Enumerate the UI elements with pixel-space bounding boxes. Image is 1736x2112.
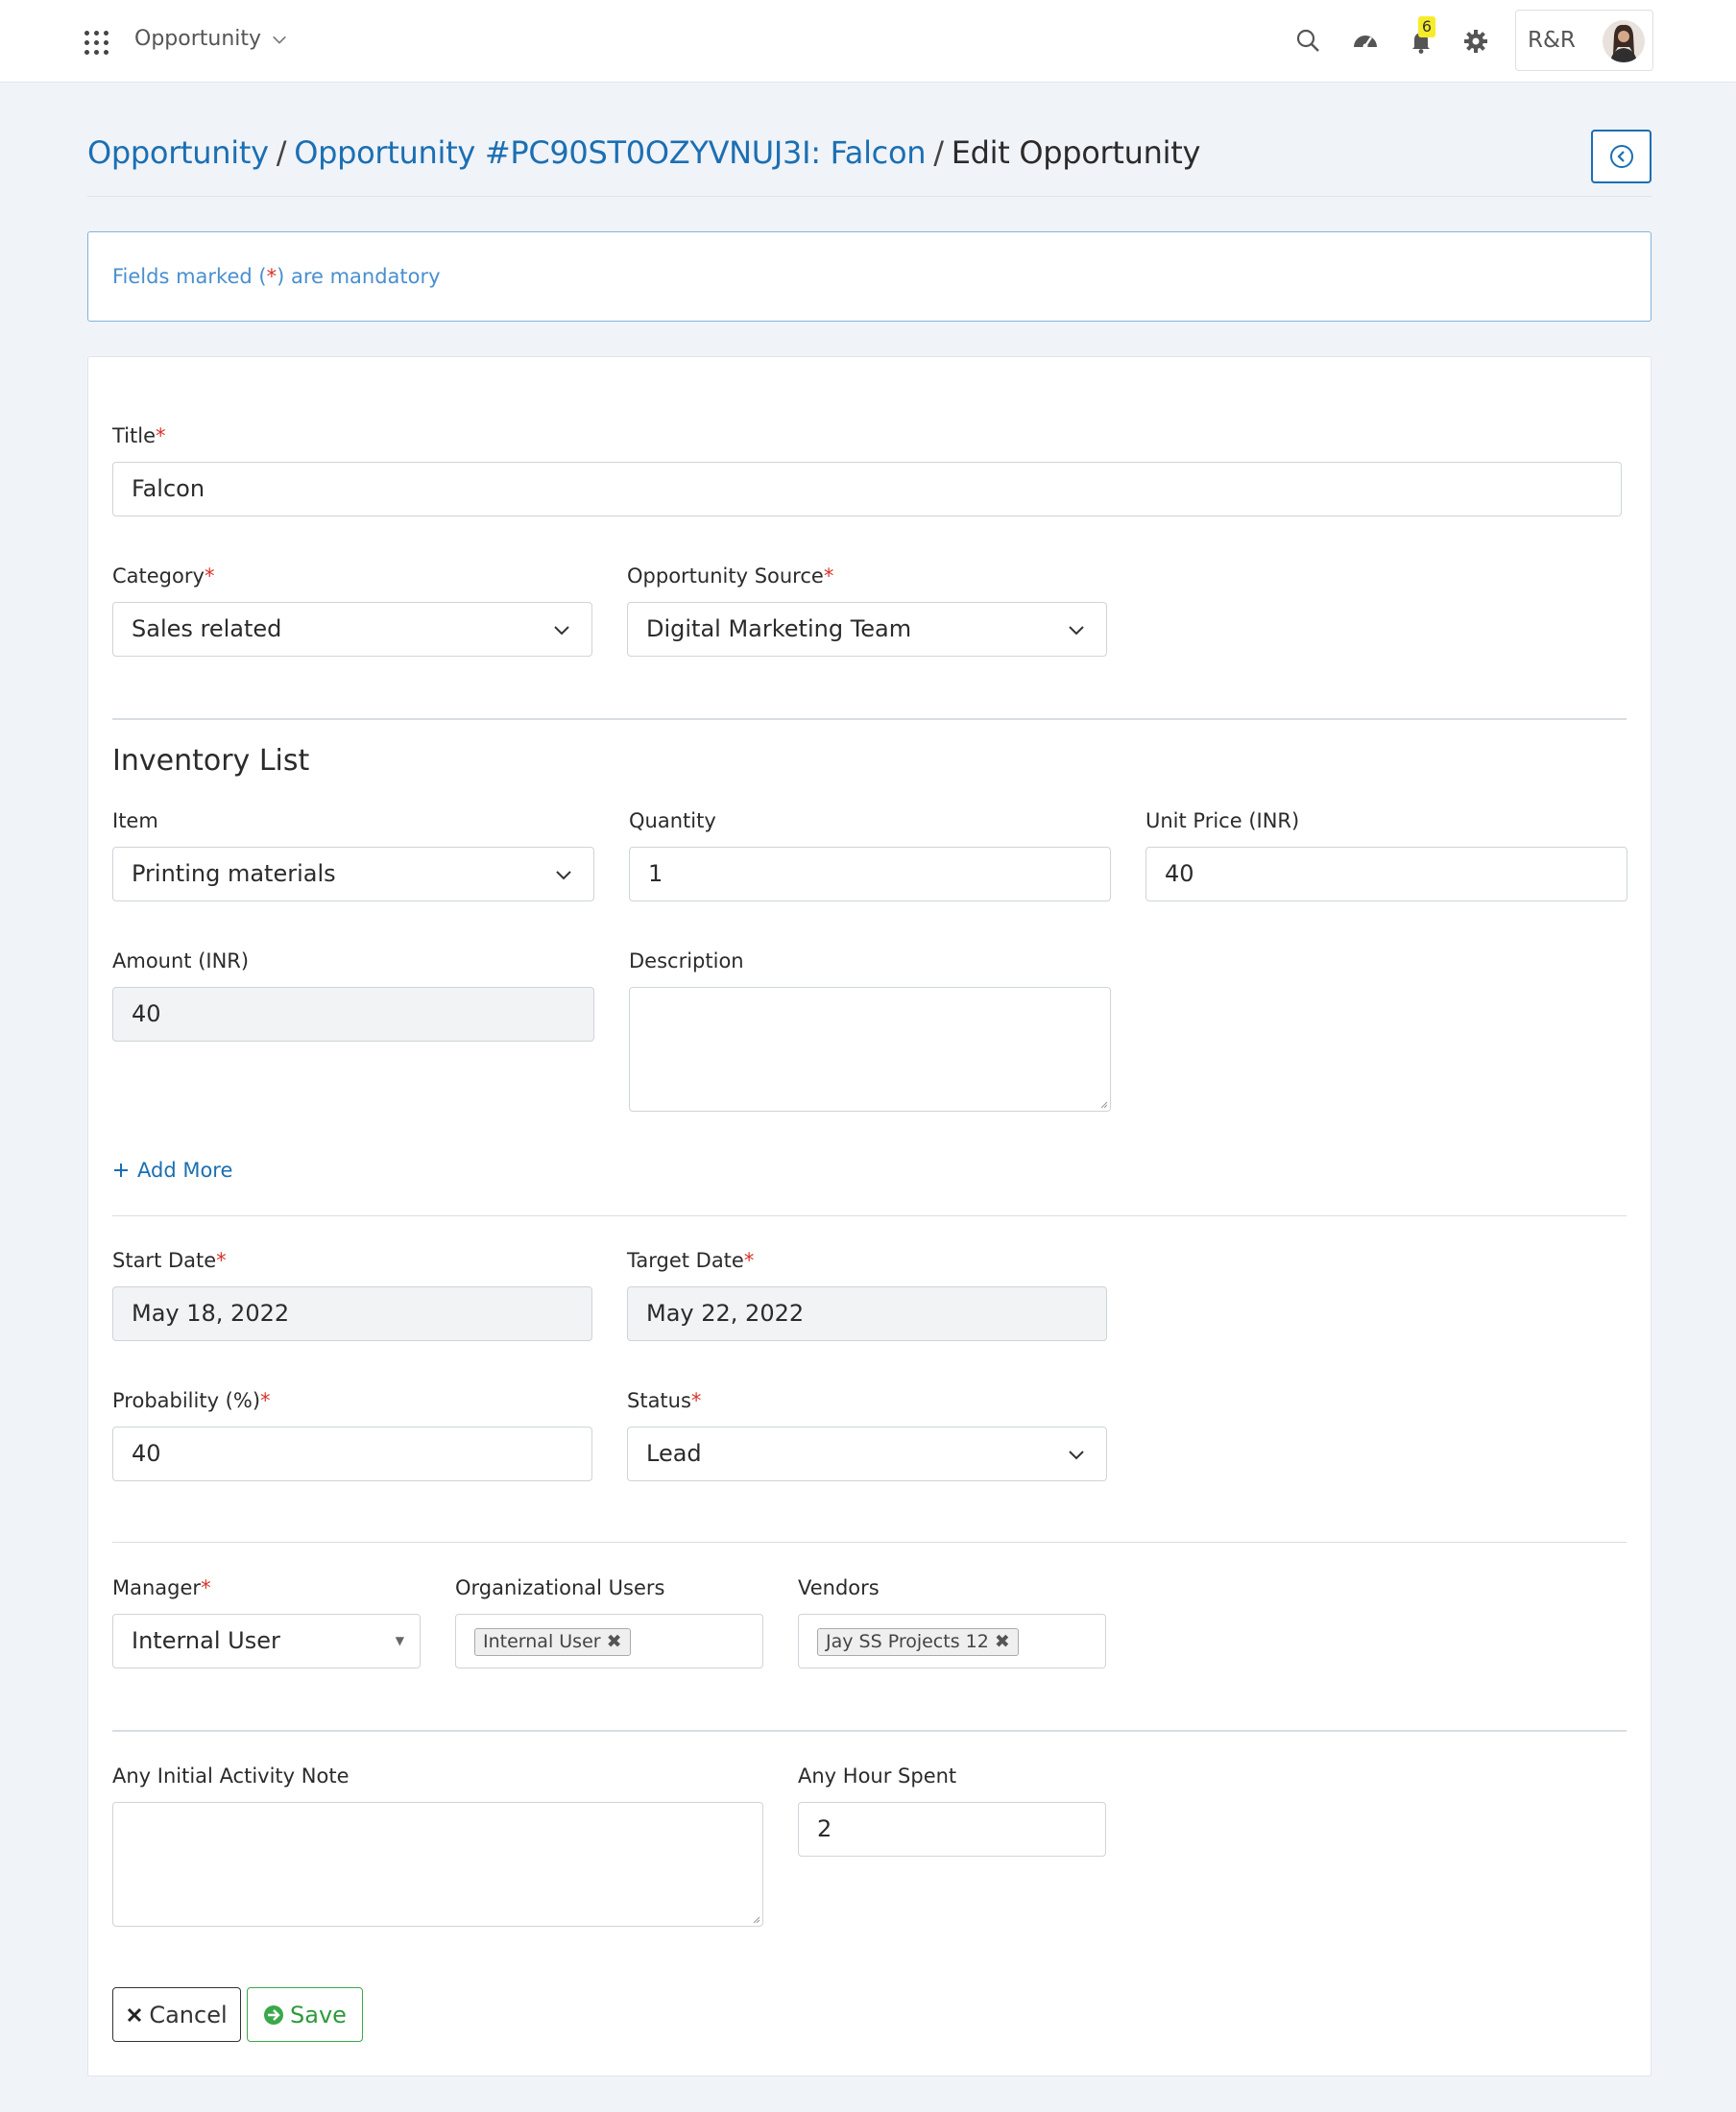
manager-value: Internal User [132, 1627, 280, 1654]
edit-opportunity-form: Title* Falcon Category* Sales related Op… [87, 356, 1652, 2076]
org-users-multiselect[interactable]: Internal User ✖ [455, 1614, 763, 1668]
resize-grip-icon[interactable] [751, 1914, 760, 1924]
add-more-label: Add More [137, 1159, 233, 1182]
start-date-input[interactable]: May 18, 2022 [112, 1286, 592, 1341]
apps-grid-icon[interactable] [84, 31, 109, 56]
page-title: Edit Opportunity [951, 134, 1201, 171]
plus-icon [114, 1164, 128, 1177]
header-divider [87, 196, 1652, 197]
title-label: Title* [112, 424, 166, 447]
chevron-down-icon [556, 871, 571, 880]
caret-down-icon: ▼ [395, 1634, 404, 1647]
org-users-label: Organizational Users [455, 1576, 665, 1599]
add-more-button[interactable]: Add More [112, 1159, 232, 1182]
mandatory-notice: Fields marked (*) are mandatory [87, 231, 1652, 322]
section-divider [112, 718, 1627, 720]
category-value: Sales related [132, 615, 282, 642]
breadcrumb-link-record[interactable]: Opportunity #PC90ST0OZYVNUJ3I: Falcon [294, 134, 926, 171]
section-divider [112, 1215, 1627, 1216]
unit-price-input[interactable]: 40 [1145, 847, 1628, 901]
cancel-label: Cancel [149, 2001, 228, 2028]
mandatory-notice-text: Fields marked (*) are mandatory [112, 265, 441, 288]
hours-label: Any Hour Spent [798, 1764, 957, 1788]
vendors-multiselect[interactable]: Jay SS Projects 12 ✖ [798, 1614, 1106, 1668]
hours-input[interactable]: 2 [798, 1802, 1106, 1857]
company-name: R&R [1528, 28, 1576, 53]
remove-tag-icon[interactable]: ✖ [995, 1631, 1010, 1652]
dashboard-gauge-icon[interactable] [1351, 27, 1380, 56]
close-icon [128, 2007, 142, 2022]
status-value: Lead [646, 1440, 702, 1467]
save-button[interactable]: Save [247, 1987, 363, 2042]
resize-grip-icon[interactable] [1098, 1099, 1108, 1109]
notification-badge: 6 [1418, 16, 1435, 37]
status-label: Status* [627, 1389, 702, 1412]
activity-note-textarea[interactable] [112, 1802, 763, 1927]
arrow-circle-right-icon [264, 2004, 284, 2025]
quantity-label: Quantity [629, 809, 716, 832]
source-label: Opportunity Source* [627, 564, 834, 588]
back-circle-icon [1609, 145, 1633, 168]
target-date-label: Target Date* [627, 1249, 755, 1272]
breadcrumb-separator: / [276, 134, 287, 171]
breadcrumb-link-opportunity[interactable]: Opportunity [87, 134, 269, 171]
search-icon[interactable] [1294, 27, 1323, 56]
activity-note-label: Any Initial Activity Note [112, 1764, 350, 1788]
target-date-input[interactable]: May 22, 2022 [627, 1286, 1107, 1341]
item-value: Printing materials [132, 860, 336, 887]
unit-price-label: Unit Price (INR) [1145, 809, 1300, 832]
item-label: Item [112, 809, 158, 832]
breadcrumb: Opportunity / Opportunity #PC90ST0OZYVNUJ3… [87, 134, 1200, 171]
quantity-input[interactable]: 1 [629, 847, 1111, 901]
item-select[interactable]: Printing materials [112, 847, 594, 901]
inventory-heading: Inventory List [112, 744, 310, 778]
status-select[interactable]: Lead [627, 1427, 1107, 1481]
probability-input[interactable]: 40 [112, 1427, 592, 1481]
avatar [1603, 20, 1645, 62]
category-select[interactable]: Sales related [112, 602, 592, 657]
vendor-tag: Jay SS Projects 12 ✖ [817, 1628, 1019, 1656]
section-divider [112, 1730, 1627, 1732]
chevron-down-icon [1069, 1451, 1084, 1460]
manager-select[interactable]: Internal User ▼ [112, 1614, 421, 1668]
description-label: Description [629, 949, 744, 972]
save-label: Save [290, 2001, 347, 2028]
chevron-down-icon [273, 36, 286, 44]
vendors-label: Vendors [798, 1576, 880, 1599]
back-button[interactable] [1591, 130, 1652, 183]
amount-input: 40 [112, 987, 594, 1042]
module-name: Opportunity [134, 27, 262, 51]
remove-tag-icon[interactable]: ✖ [607, 1631, 622, 1652]
source-select[interactable]: Digital Marketing Team [627, 602, 1107, 657]
amount-label: Amount (INR) [112, 949, 250, 972]
title-input[interactable]: Falcon [112, 462, 1622, 516]
breadcrumb-separator: / [933, 134, 944, 171]
probability-label: Probability (%)* [112, 1389, 271, 1412]
start-date-label: Start Date* [112, 1249, 227, 1272]
user-menu[interactable]: R&R [1515, 10, 1653, 71]
manager-label: Manager* [112, 1576, 211, 1599]
description-textarea[interactable] [629, 987, 1111, 1112]
module-switcher[interactable]: Opportunity [134, 27, 288, 51]
chevron-down-icon [554, 626, 569, 636]
section-divider [112, 1542, 1627, 1543]
category-label: Category* [112, 564, 215, 588]
gear-icon[interactable] [1461, 27, 1490, 56]
chevron-down-icon [1069, 626, 1084, 636]
source-value: Digital Marketing Team [646, 615, 912, 642]
org-user-tag: Internal User ✖ [474, 1628, 631, 1656]
top-navbar: Opportunity 6 R&R [0, 0, 1736, 83]
cancel-button[interactable]: Cancel [112, 1987, 241, 2042]
